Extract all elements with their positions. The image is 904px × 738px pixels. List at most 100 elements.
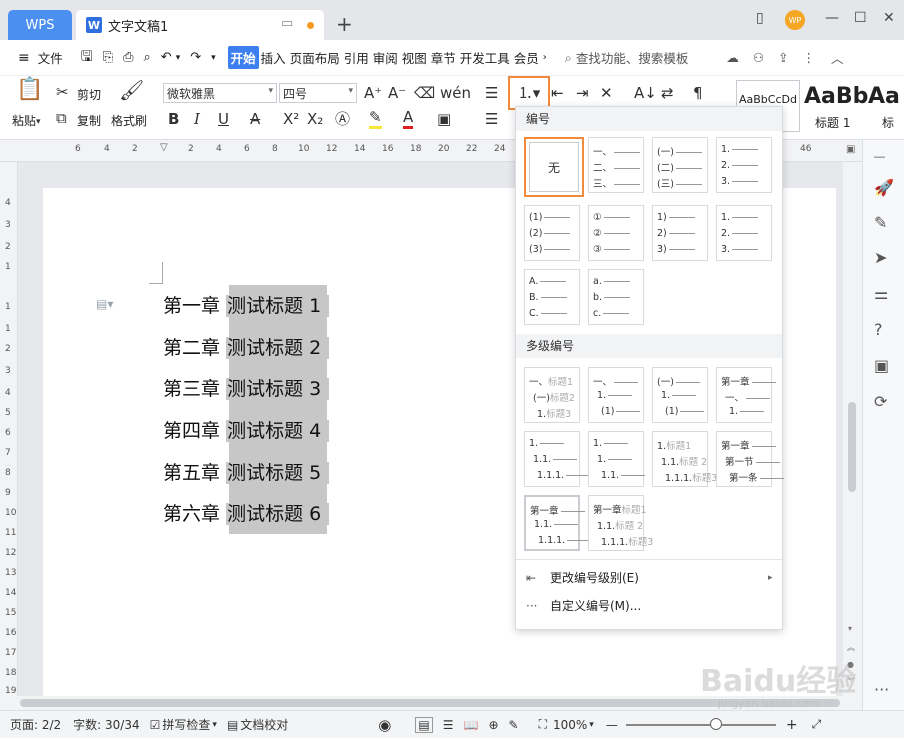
subscript-icon[interactable]: X₂: [307, 109, 323, 129]
sort-icon[interactable]: A↓: [634, 83, 657, 103]
numbering-style-1[interactable]: 一、 二、 三、: [588, 137, 644, 193]
bold-icon[interactable]: B: [168, 109, 179, 129]
change-level-menu-item[interactable]: ⇤ 更改编号级别(E) ▸: [516, 565, 782, 591]
pointer-icon[interactable]: ➤: [874, 248, 887, 267]
style-heading1-preview[interactable]: AaBb: [804, 84, 868, 109]
numbering-style-3[interactable]: 1. 2. 3.: [716, 137, 772, 193]
cloud-sync-icon[interactable]: ☁: [724, 50, 741, 65]
custom-numbering-menu-item[interactable]: ··· 自定义编号(M)...: [516, 593, 782, 619]
multilevel-style-2[interactable]: 一、 1. (1): [588, 367, 644, 423]
fit-page-icon[interactable]: ⛶: [539, 717, 547, 732]
clear-format-icon[interactable]: ⌫: [414, 83, 435, 103]
copy-icon[interactable]: ⧉: [56, 108, 67, 128]
paste-dropdown-icon[interactable]: ▾: [36, 112, 41, 132]
numbered-list-button[interactable]: ⒈▾: [508, 76, 550, 110]
print-preview-icon[interactable]: ⌕: [142, 50, 153, 65]
zoom-level[interactable]: 100%: [553, 718, 587, 732]
numbering-style-6[interactable]: 1) 2) 3): [652, 205, 708, 261]
multilevel-style-5[interactable]: 1. 1.1. 1.1.1.: [524, 431, 591, 487]
indent-marker-icon[interactable]: ▽: [160, 142, 168, 153]
vertical-scrollbar[interactable]: ▾ ︽ ● ︾: [843, 162, 862, 696]
multilevel-style-4[interactable]: 第一章 一、 1.: [716, 367, 776, 423]
adjust-icon[interactable]: ⚌: [874, 284, 888, 303]
vertical-ruler[interactable]: 4 3 2 1 1 1 2 3 4 5 6 7 8 9 10 11 12 13 …: [0, 162, 18, 696]
hamburger-icon[interactable]: ≡: [16, 50, 32, 66]
format-painter-button[interactable]: 格式刷: [111, 112, 147, 129]
undo-dropdown-icon[interactable]: ▾: [174, 53, 183, 63]
show-marks-icon[interactable]: ¶: [693, 83, 703, 103]
prev-page-icon[interactable]: ︽: [847, 642, 855, 653]
page-count[interactable]: 页面: 2/2: [10, 716, 61, 733]
menu-view[interactable]: 视图: [400, 48, 429, 67]
bullet-list-icon[interactable]: ☰: [485, 83, 498, 103]
quick-access-dropdown-icon[interactable]: ▾: [209, 53, 218, 63]
avatar[interactable]: WP: [785, 10, 805, 30]
strikethrough-icon[interactable]: A: [250, 109, 260, 129]
word-count[interactable]: 字数: 30/34: [73, 716, 139, 733]
menu-more-icon[interactable]: ›: [541, 52, 549, 63]
increase-indent-icon[interactable]: ⇥: [576, 83, 589, 103]
print-icon[interactable]: ⎙: [121, 50, 135, 65]
numbering-style-2[interactable]: (一) (二) (三): [652, 137, 708, 193]
menu-page-layout[interactable]: 页面布局: [288, 48, 342, 67]
monitor-icon[interactable]: ▭: [281, 16, 293, 31]
rocket-icon[interactable]: 🚀: [874, 178, 894, 197]
multilevel-style-7[interactable]: 1.标题1 1.1.标题 2 1.1.1.标题3: [652, 431, 717, 487]
text-effect-icon[interactable]: Ⓐ: [335, 109, 350, 129]
minimize-button[interactable]: —: [825, 10, 839, 26]
numbering-style-8[interactable]: A. B. C.: [524, 269, 580, 325]
menu-review[interactable]: 审阅: [371, 48, 400, 67]
font-name-select[interactable]: 微软雅黑 ▾: [163, 83, 277, 103]
menu-references[interactable]: 引用: [342, 48, 371, 67]
proofread-icon[interactable]: ▤: [227, 718, 238, 732]
search-input[interactable]: 查找功能、搜索模板: [574, 48, 691, 67]
outline-view-icon[interactable]: ☰: [443, 718, 454, 732]
proofread-button[interactable]: 文档校对: [240, 716, 288, 733]
image-tool-icon[interactable]: ▣: [874, 356, 889, 375]
font-color-icon[interactable]: A: [403, 109, 414, 129]
multilevel-style-1[interactable]: 一、标题1 (一)标题2 1.标题3: [524, 367, 580, 423]
paste-button[interactable]: 粘贴: [12, 112, 36, 129]
multilevel-style-10[interactable]: 第一章标题1 1.1.标题 2 1.1.1.标题3: [588, 495, 653, 551]
align-left-icon[interactable]: ☰: [485, 109, 498, 129]
horizontal-scroll-thumb[interactable]: [20, 699, 840, 707]
menu-file[interactable]: 文件: [36, 48, 65, 67]
char-border-icon[interactable]: ▣: [437, 109, 451, 129]
eye-protection-icon[interactable]: ◉: [378, 716, 391, 734]
write-view-icon[interactable]: ✎: [509, 718, 519, 732]
cut-icon[interactable]: ✂: [56, 82, 69, 102]
vertical-scroll-thumb[interactable]: [848, 402, 856, 492]
save-icon[interactable]: 🖫: [79, 46, 95, 70]
zoom-slider-thumb[interactable]: [709, 717, 722, 730]
heading-line-1[interactable]: 第一章 测试标题 1: [163, 286, 330, 326]
underline-icon[interactable]: U: [218, 109, 229, 129]
multilevel-style-8[interactable]: 第一章 第一节 第一条: [716, 431, 784, 487]
tab-document[interactable]: W 文字文稿1 ▭: [76, 10, 324, 40]
heading-line-4[interactable]: 第四章 测试标题 4: [163, 411, 330, 451]
numbering-style-4[interactable]: (1) (2) (3): [524, 205, 580, 261]
style-heading2-preview[interactable]: Aa: [868, 84, 904, 109]
heading-line-5[interactable]: 第五章 测试标题 5: [163, 453, 330, 493]
menu-home[interactable]: 开始: [227, 46, 259, 69]
export-pdf-icon[interactable]: ⎘: [101, 50, 115, 65]
share-user-icon[interactable]: ⚇: [751, 50, 766, 65]
pen-icon[interactable]: ✎: [874, 213, 887, 232]
paragraph-handle-icon[interactable]: ▤▾: [96, 297, 113, 311]
heading-line-3[interactable]: 第三章 测试标题 3: [163, 369, 330, 409]
spell-check-dropdown-icon[interactable]: ▾: [212, 720, 217, 730]
decrease-font-icon[interactable]: A⁻: [388, 83, 406, 103]
copy-button[interactable]: 复制: [77, 112, 101, 129]
zoom-dropdown-icon[interactable]: ▾: [589, 720, 594, 730]
sidebar-toggle-icon[interactable]: ▯: [756, 10, 764, 26]
italic-icon[interactable]: I: [194, 109, 200, 129]
multilevel-style-3[interactable]: (一) 1. (1): [652, 367, 708, 423]
collapse-ribbon-icon[interactable]: ︿: [829, 48, 846, 67]
web-view-icon[interactable]: ⊕: [488, 718, 498, 732]
fullscreen-icon[interactable]: ⤢: [812, 717, 822, 732]
numbering-style-9[interactable]: a. b. c.: [588, 269, 644, 325]
share-icon[interactable]: ⇪: [776, 50, 790, 65]
multilevel-style-6[interactable]: 1. 1. 1.1.: [588, 431, 646, 487]
direction-icon[interactable]: ⇄: [661, 83, 674, 103]
numbering-style-7[interactable]: 1. 2. 3.: [716, 205, 772, 261]
phonetic-icon[interactable]: wén: [440, 83, 471, 103]
